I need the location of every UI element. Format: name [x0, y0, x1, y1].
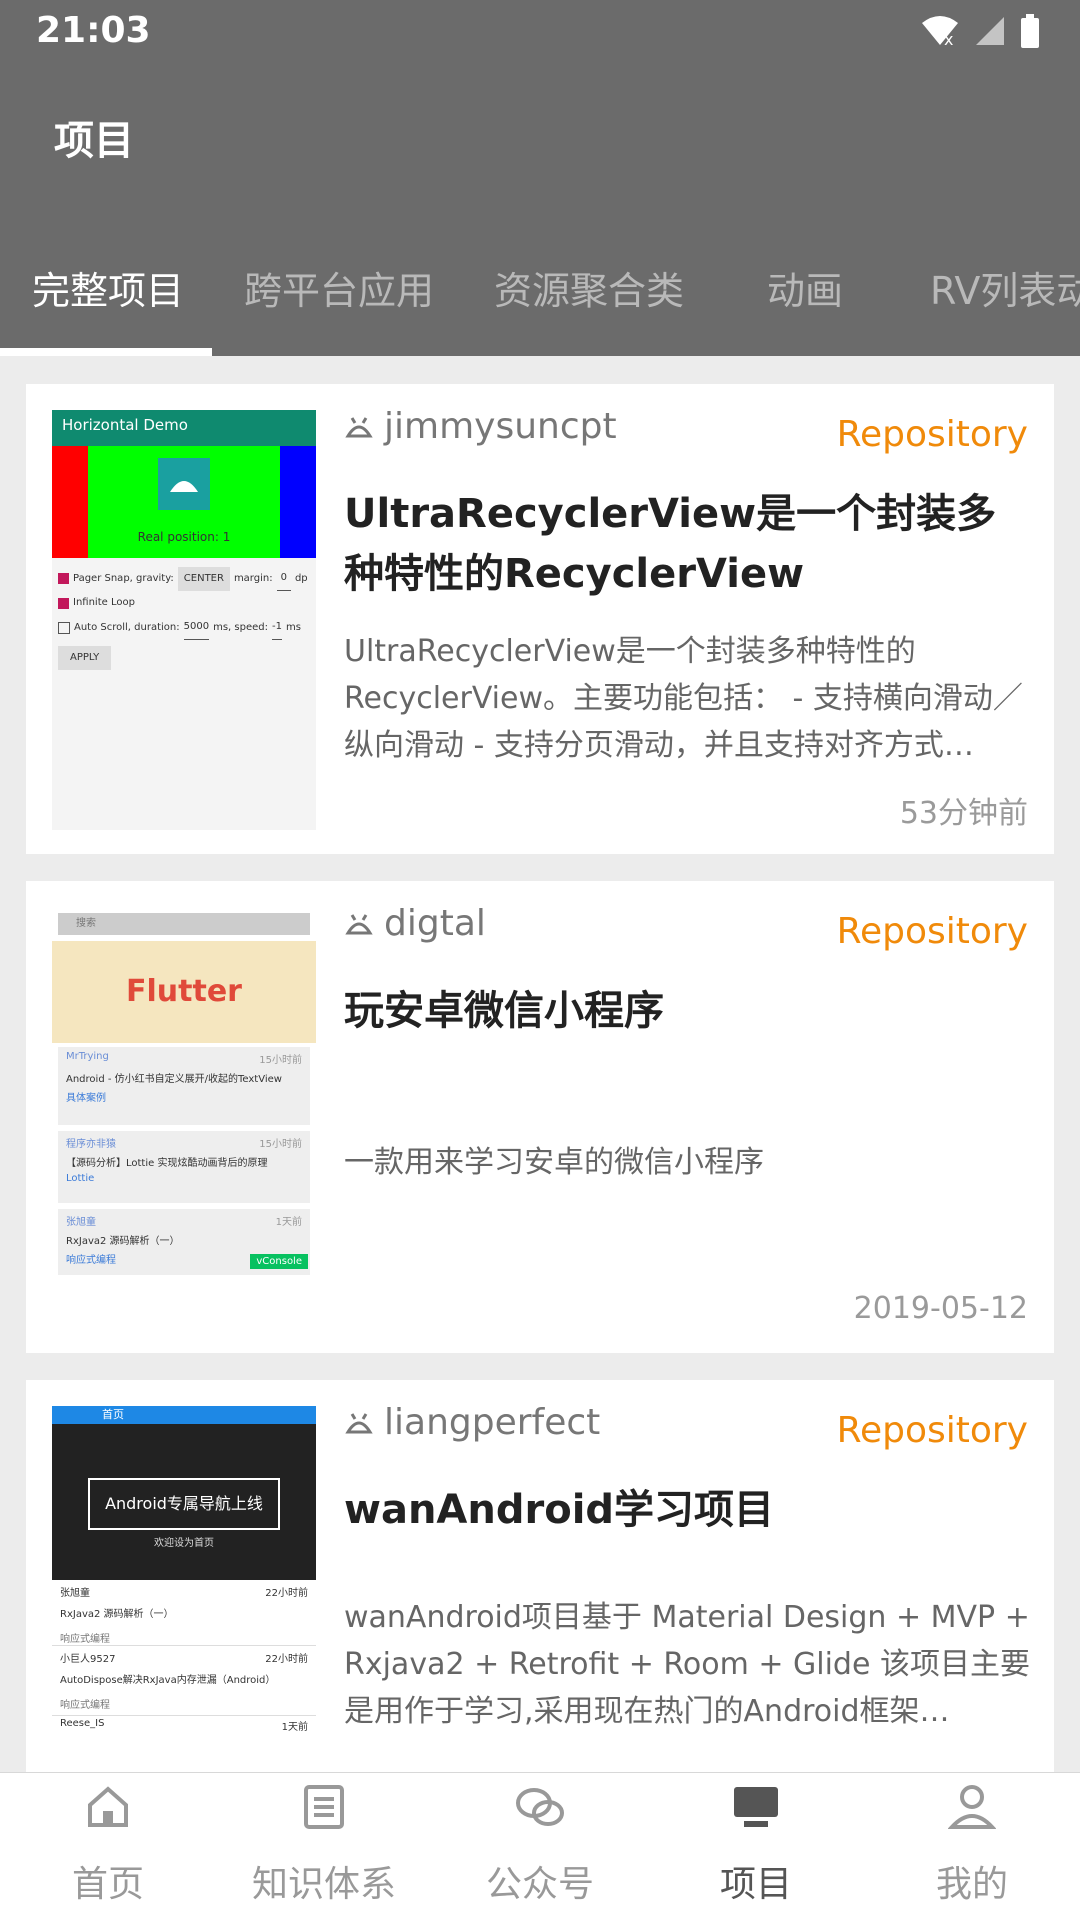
category-tabs: 完整项目 跨平台应用 资源聚合类 动画 RV列表动: [0, 250, 1080, 356]
project-card[interactable]: 首页 Android专属导航上线 欢迎设为首页 张旭童 22小时前 RxJava2…: [26, 1380, 1054, 1772]
nav-projects[interactable]: 项目: [648, 1783, 864, 1921]
project-title: UltraRecyclerView是一个封装多种特性的RecyclerView: [344, 491, 997, 597]
project-time: 2019-05-12: [853, 1291, 1028, 1326]
thumb-banner: Flutter: [52, 941, 316, 1043]
app-bar: 21:03 x 项目 完整项目 跨平台应用 资源聚合类 动画 RV列表动: [0, 0, 1080, 356]
project-thumbnail: Horizontal Demo Real position: 1 Pager S…: [52, 410, 316, 830]
project-title: wanAndroid学习项目: [344, 1487, 775, 1533]
android-icon: [158, 458, 210, 510]
repository-badge[interactable]: Repository: [837, 911, 1028, 952]
status-icons: x: [920, 14, 1040, 48]
project-description: 一款用来学习安卓的微信小程序: [344, 1145, 764, 1180]
page-title: 项目: [54, 118, 134, 164]
status-time: 21:03: [36, 10, 151, 51]
project-thumbnail: 首页 Android专属导航上线 欢迎设为首页 张旭童 22小时前 RxJava2…: [52, 1406, 316, 1772]
tab-cross-platform[interactable]: 跨平台应用: [244, 260, 434, 315]
list-icon: [304, 1785, 344, 1829]
project-time: 53分钟前: [899, 796, 1028, 831]
author: digtal: [344, 903, 486, 944]
tab-resource-aggregation[interactable]: 资源聚合类: [494, 260, 684, 315]
tab-rv-list-animation[interactable]: RV列表动: [930, 260, 1080, 315]
wifi-icon: x: [922, 16, 958, 47]
project-description: wanAndroid项目基于 Material Design + MVP + R…: [344, 1600, 1030, 1729]
project-thumbnail: 搜索 Flutter MrTrying 15小时前 Android - 仿小红书自…: [52, 907, 316, 1327]
nav-knowledge[interactable]: 知识体系: [216, 1783, 432, 1921]
author: liangperfect: [344, 1402, 600, 1443]
status-bar: 21:03 x: [0, 0, 1080, 64]
project-description: UltraRecyclerView是一个封装多种特性的RecyclerView。…: [344, 634, 1023, 763]
nav-official-accounts[interactable]: 公众号: [432, 1783, 648, 1921]
signal-icon: [976, 17, 1004, 45]
thumb-banner: Android专属导航上线 欢迎设为首页: [52, 1424, 316, 1580]
bottom-navigation: 首页 知识体系 公众号 项目 我的: [0, 1772, 1080, 1921]
nav-mine[interactable]: 我的: [864, 1783, 1080, 1921]
author: jimmysuncpt: [344, 406, 617, 447]
person-icon: [947, 1785, 997, 1829]
repository-badge[interactable]: Repository: [837, 1410, 1028, 1451]
android-icon: [345, 416, 373, 437]
project-title: 玩安卓微信小程序: [344, 988, 664, 1034]
chat-icon: [516, 1788, 564, 1826]
svg-text:x: x: [944, 30, 953, 47]
thumb-header: Horizontal Demo: [52, 410, 316, 446]
nav-home[interactable]: 首页: [0, 1783, 216, 1921]
android-icon: [345, 1412, 373, 1433]
battery-icon: [1021, 14, 1039, 48]
monitor-icon: [734, 1787, 778, 1827]
home-icon: [88, 1786, 128, 1827]
tab-indicator: [0, 348, 212, 356]
tab-animation[interactable]: 动画: [767, 260, 843, 315]
tab-full-projects[interactable]: 完整项目: [32, 260, 184, 315]
repository-badge[interactable]: Repository: [837, 414, 1028, 455]
project-card[interactable]: Horizontal Demo Real position: 1 Pager S…: [26, 384, 1054, 854]
project-card[interactable]: 搜索 Flutter MrTrying 15小时前 Android - 仿小红书自…: [26, 881, 1054, 1353]
android-icon: [345, 913, 373, 934]
thumb-pager: Real position: 1: [52, 446, 316, 558]
